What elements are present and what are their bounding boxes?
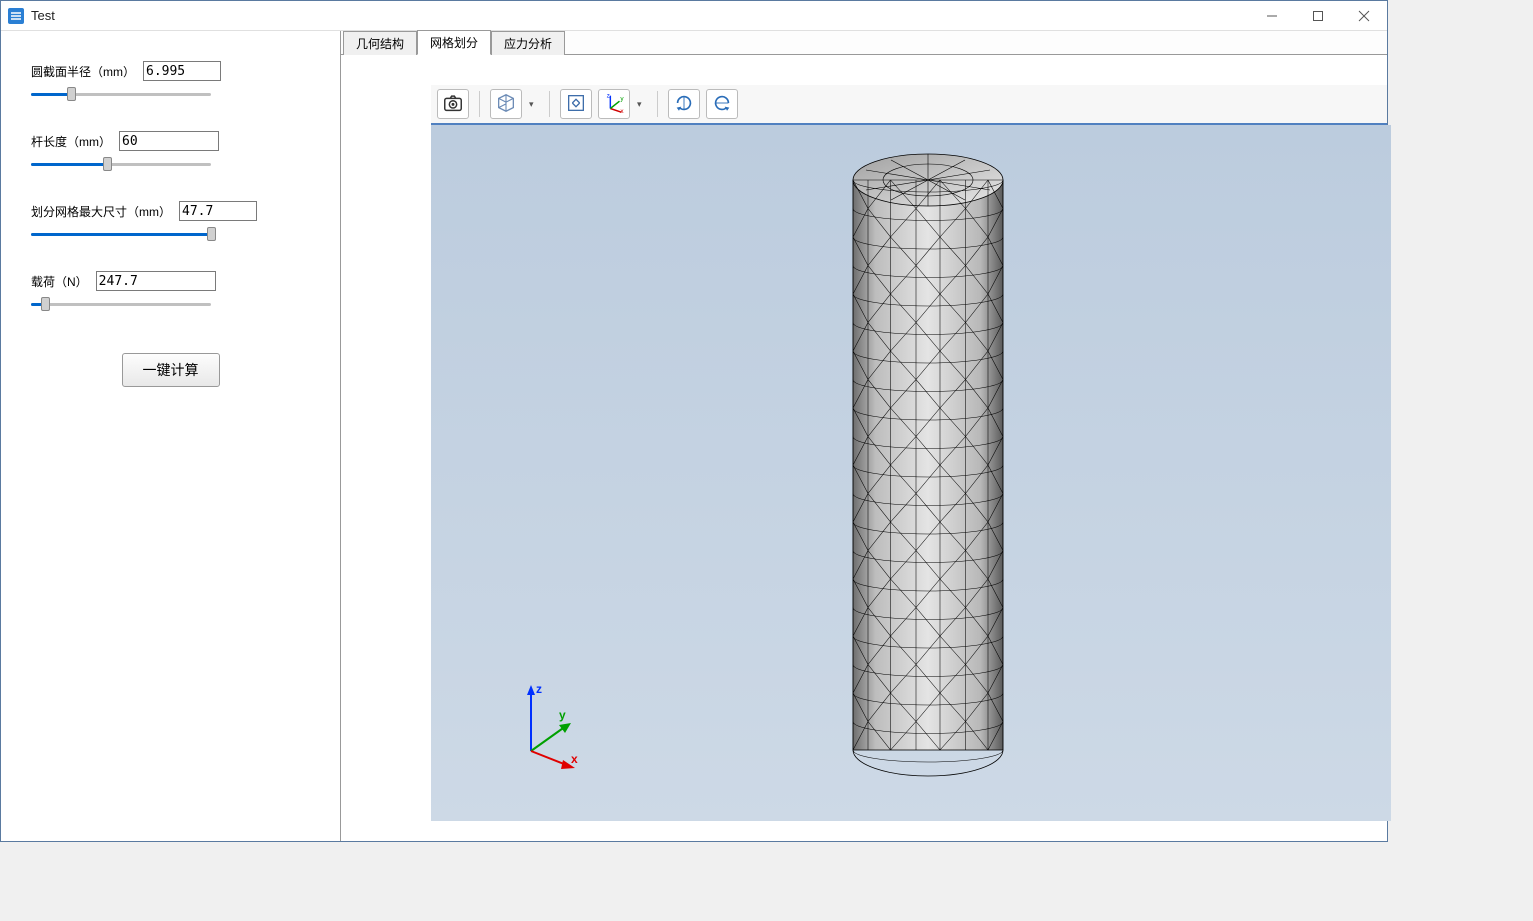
- axis-z-label: z: [536, 682, 542, 696]
- toolbar-separator: [479, 91, 480, 117]
- axes-icon: z yx: [603, 92, 625, 117]
- rotate-cw-icon: [673, 92, 695, 117]
- toolbar-separator: [657, 91, 658, 117]
- titlebar: Test: [1, 1, 1387, 31]
- param-group: 圆截面半径（mm）: [31, 61, 310, 103]
- param-slider[interactable]: [31, 295, 211, 313]
- calculate-button[interactable]: 一键计算: [122, 353, 220, 387]
- param-group: 杆长度（mm）: [31, 131, 310, 173]
- rotate-ccw-button[interactable]: [706, 89, 738, 119]
- param-group: 载荷（N）: [31, 271, 310, 313]
- param-input[interactable]: [96, 271, 216, 291]
- param-slider[interactable]: [31, 155, 211, 173]
- param-input[interactable]: [143, 61, 221, 81]
- param-input[interactable]: [119, 131, 219, 151]
- app-window: Test 圆截面半径（mm） 杆长度（mm） 划分网格最大尺寸（mm） 载荷（N） 一…: [0, 0, 1388, 842]
- main-panel: 几何结构网格划分应力分析 ▾zyx▾: [341, 31, 1387, 841]
- screenshot-icon: [442, 92, 464, 117]
- toolbar-separator: [549, 91, 550, 117]
- param-slider[interactable]: [31, 85, 211, 103]
- axis-x-label: x: [571, 752, 578, 766]
- svg-text:y: y: [620, 95, 624, 102]
- window-title: Test: [31, 8, 55, 23]
- svg-text:z: z: [607, 92, 610, 99]
- mesh-model: [841, 145, 1021, 785]
- rotate-cw-button[interactable]: [668, 89, 700, 119]
- 3d-viewport[interactable]: z y x: [431, 125, 1391, 821]
- tab-2[interactable]: 应力分析: [491, 31, 565, 55]
- param-label: 圆截面半径（mm）: [31, 63, 135, 80]
- minimize-button[interactable]: [1249, 1, 1295, 31]
- svg-text:x: x: [620, 108, 624, 114]
- close-button[interactable]: [1341, 1, 1387, 31]
- param-label: 杆长度（mm）: [31, 133, 111, 150]
- app-icon: [7, 7, 25, 25]
- view-cube-button[interactable]: [490, 89, 522, 119]
- rotate-ccw-icon: [711, 92, 733, 117]
- tab-0[interactable]: 几何结构: [343, 31, 417, 55]
- axes-button[interactable]: z yx: [598, 89, 630, 119]
- fit-view-icon: [565, 92, 587, 117]
- screenshot-button[interactable]: [437, 89, 469, 119]
- tab-1[interactable]: 网格划分: [417, 30, 491, 55]
- tabs-bar: 几何结构网格划分应力分析: [341, 31, 1387, 55]
- dropdown-arrow-icon[interactable]: ▾: [637, 99, 647, 110]
- dropdown-arrow-icon[interactable]: ▾: [529, 99, 539, 110]
- param-label: 载荷（N）: [31, 273, 88, 290]
- parameter-sidebar: 圆截面半径（mm） 杆长度（mm） 划分网格最大尺寸（mm） 载荷（N） 一键计算: [1, 31, 341, 841]
- axis-y-label: y: [559, 708, 566, 722]
- view-cube-icon: [495, 92, 517, 117]
- param-label: 划分网格最大尺寸（mm）: [31, 203, 171, 220]
- viewer-toolbar: ▾ z yx ▾: [431, 85, 1387, 125]
- param-slider[interactable]: [31, 225, 211, 243]
- param-input[interactable]: [179, 201, 257, 221]
- fit-view-button[interactable]: [560, 89, 592, 119]
- maximize-button[interactable]: [1295, 1, 1341, 31]
- param-group: 划分网格最大尺寸（mm）: [31, 201, 310, 243]
- axes-widget: z y x: [511, 681, 591, 771]
